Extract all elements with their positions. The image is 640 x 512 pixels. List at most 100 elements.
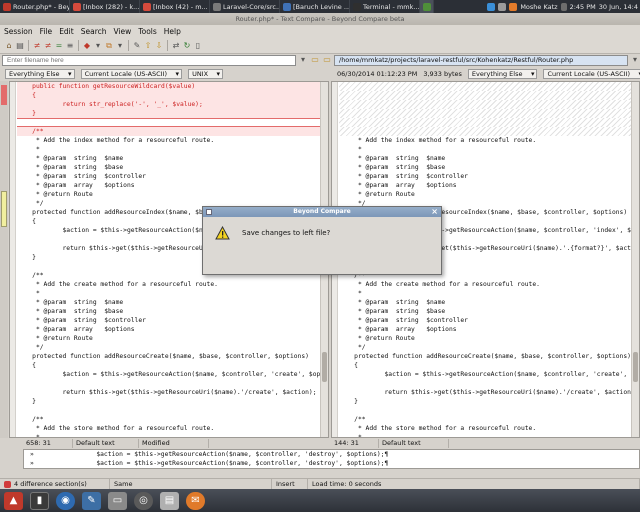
- code-line[interactable]: protected function addResourceCreate($na…: [339, 352, 631, 361]
- code-line[interactable]: /**: [17, 415, 320, 424]
- app-menu-icon[interactable]: ▲: [4, 491, 23, 510]
- files-icon[interactable]: ▭: [108, 491, 127, 510]
- right-path-input[interactable]: /home/mmkatz/projects/laravel-restful/sr…: [334, 55, 628, 66]
- code-line[interactable]: * @param string $base: [17, 307, 320, 316]
- menu-help[interactable]: Help: [164, 27, 181, 36]
- code-line[interactable]: /**: [339, 415, 631, 424]
- context-icon[interactable]: ≡: [65, 41, 75, 51]
- code-line[interactable]: * @param string $base: [17, 163, 320, 172]
- right-scroll-thumb[interactable]: [633, 352, 638, 382]
- swap-icon[interactable]: ⇄: [171, 41, 181, 51]
- right-encoding-select[interactable]: Current Locale (US-ASCII): [543, 69, 640, 79]
- code-line[interactable]: * @param string $base: [339, 307, 631, 316]
- beyond-compare-icon[interactable]: ▤: [160, 491, 179, 510]
- sessions-icon[interactable]: ▤: [15, 41, 25, 51]
- prev-diff-icon[interactable]: ⇧: [143, 41, 153, 51]
- menu-tools[interactable]: Tools: [138, 27, 156, 36]
- code-line[interactable]: *: [339, 433, 631, 437]
- code-line[interactable]: [339, 100, 631, 109]
- left-encoding-select[interactable]: Current Locale (US-ASCII): [80, 69, 183, 79]
- stop-icon[interactable]: ▯: [193, 41, 203, 51]
- code-line[interactable]: * Add the index method for a resourceful…: [339, 136, 631, 145]
- code-line[interactable]: */: [17, 343, 320, 352]
- browse-icon[interactable]: ▾: [630, 55, 640, 65]
- diffs-icon[interactable]: ≠: [43, 41, 53, 51]
- menu-search[interactable]: Search: [81, 27, 107, 36]
- code-line[interactable]: * Add the index method for a resourceful…: [17, 136, 320, 145]
- menu-edit[interactable]: Edit: [59, 27, 74, 36]
- right-vertical-scrollbar[interactable]: [631, 82, 639, 437]
- dialog-menu-icon[interactable]: [206, 209, 212, 215]
- taskbar-item[interactable]: [420, 0, 434, 13]
- right-format-select[interactable]: Everything Else: [467, 69, 538, 79]
- overview-viewport[interactable]: [1, 191, 7, 227]
- network-icon[interactable]: [487, 2, 496, 11]
- code-line[interactable]: * @param string $name: [17, 298, 320, 307]
- diff-detail-line[interactable]: » $action = $this->getResourceAction($na…: [24, 459, 639, 468]
- browse-icon[interactable]: ▾: [298, 55, 308, 65]
- code-line[interactable]: }: [17, 109, 320, 118]
- code-line[interactable]: * @return Route: [339, 190, 631, 199]
- code-line[interactable]: $action = $this->getResourceAction($name…: [17, 370, 320, 379]
- code-line[interactable]: [339, 118, 631, 127]
- volume-icon[interactable]: [498, 2, 507, 11]
- battery-icon[interactable]: [509, 2, 518, 11]
- code-line[interactable]: [17, 406, 320, 415]
- terminal-icon[interactable]: ▮: [30, 491, 49, 510]
- gear-icon[interactable]: [560, 2, 567, 11]
- code-line[interactable]: [339, 82, 631, 91]
- code-line[interactable]: {: [17, 91, 320, 100]
- code-line[interactable]: {: [339, 361, 631, 370]
- code-line[interactable]: [339, 91, 631, 100]
- taskbar-item[interactable]: [Baruch Levine ...: [280, 0, 350, 13]
- code-line[interactable]: }: [339, 397, 631, 406]
- code-line[interactable]: * @param array $options: [17, 181, 320, 190]
- taskbar-item[interactable]: Terminal - mmk...: [350, 0, 420, 13]
- edit-icon[interactable]: ✎: [132, 41, 142, 51]
- rules-icon[interactable]: ◆: [82, 41, 92, 51]
- left-scroll-thumb[interactable]: [322, 352, 327, 382]
- same-icon[interactable]: =: [54, 41, 64, 51]
- folder-icon[interactable]: ▭: [310, 55, 320, 65]
- code-line[interactable]: [17, 118, 320, 127]
- menu-file[interactable]: File: [40, 27, 53, 36]
- code-line[interactable]: {: [17, 361, 320, 370]
- code-line[interactable]: * @param string $controller: [339, 316, 631, 325]
- taskbar-item[interactable]: Laravel-Core/src...: [210, 0, 280, 13]
- code-line[interactable]: }: [17, 397, 320, 406]
- code-line[interactable]: * Add the store method for a resourceful…: [339, 424, 631, 433]
- all-icon[interactable]: ≠: [32, 41, 42, 51]
- taskbar-item[interactable]: Router.php* - Beyond Compare: [0, 0, 70, 13]
- code-line[interactable]: */: [339, 343, 631, 352]
- code-line[interactable]: [17, 379, 320, 388]
- code-line[interactable]: * @param string $base: [339, 163, 631, 172]
- code-line[interactable]: * @param string $controller: [17, 316, 320, 325]
- code-line[interactable]: * @param string $name: [339, 298, 631, 307]
- close-icon[interactable]: ×: [431, 207, 438, 217]
- taskbar-item[interactable]: [Inbox (42) - m...: [140, 0, 210, 13]
- code-line[interactable]: $action = $this->getResourceAction($name…: [339, 370, 631, 379]
- code-line[interactable]: *: [339, 289, 631, 298]
- code-line[interactable]: * @param string $controller: [17, 172, 320, 181]
- browser-icon[interactable]: ◉: [56, 491, 75, 510]
- code-line[interactable]: return str_replace('-', '_', $value);: [17, 100, 320, 109]
- code-line[interactable]: * @param array $options: [339, 325, 631, 334]
- code-line[interactable]: *: [339, 145, 631, 154]
- left-format-select[interactable]: Everything Else: [5, 69, 75, 79]
- thumbnail-overview[interactable]: [0, 81, 8, 438]
- code-line[interactable]: [339, 127, 631, 136]
- code-line[interactable]: *: [17, 289, 320, 298]
- code-line[interactable]: * Add the store method for a resourceful…: [17, 424, 320, 433]
- refresh-icon[interactable]: ↻: [182, 41, 192, 51]
- code-line[interactable]: /**: [17, 127, 320, 136]
- next-diff-icon[interactable]: ⇩: [154, 41, 164, 51]
- code-line[interactable]: * @param string $name: [339, 154, 631, 163]
- clock-date[interactable]: 30 Jun, 14:4: [599, 3, 638, 11]
- code-line[interactable]: * Add the create method for a resourcefu…: [339, 280, 631, 289]
- code-line[interactable]: protected function addResourceCreate($na…: [17, 352, 320, 361]
- thunderbird-icon[interactable]: ✉: [186, 491, 205, 510]
- code-line[interactable]: return $this->get($this->getResourceUri(…: [17, 388, 320, 397]
- code-line[interactable]: *: [17, 433, 320, 437]
- diff-detail-line[interactable]: » $action = $this->getResourceAction($na…: [24, 450, 639, 459]
- copy-icon[interactable]: ⧉: [104, 41, 114, 51]
